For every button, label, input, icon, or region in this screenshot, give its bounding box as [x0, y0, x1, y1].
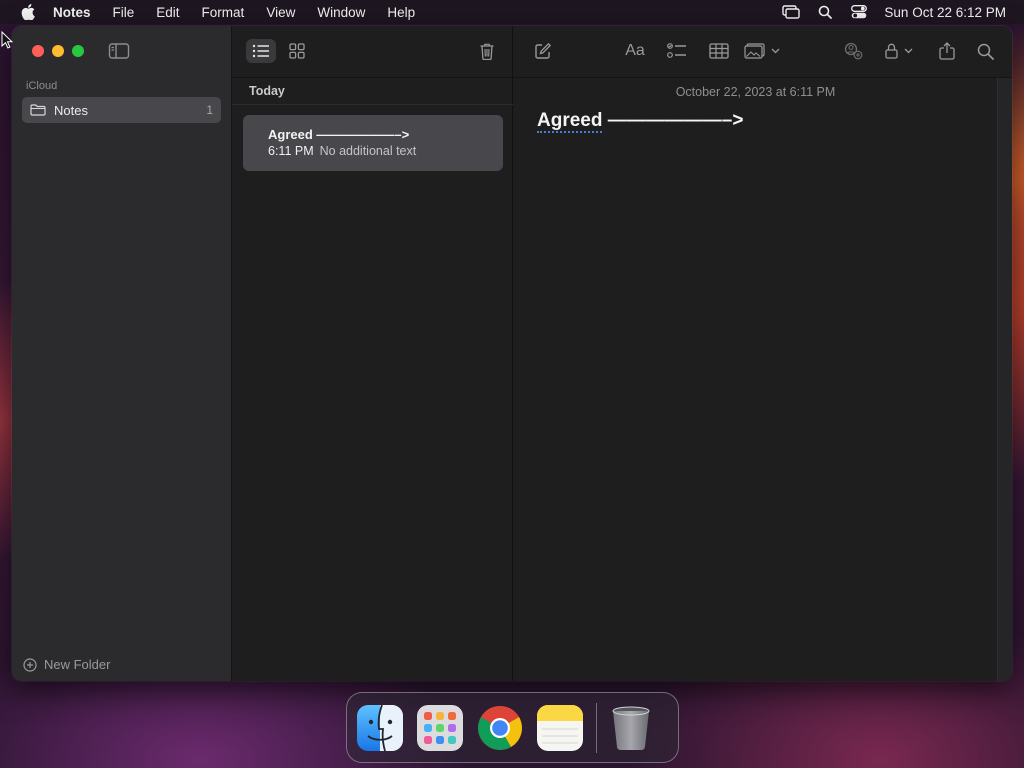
note-title: Agreed ——————–> — [268, 127, 410, 142]
format-button[interactable]: Aa — [621, 39, 649, 63]
share-button[interactable] — [933, 39, 961, 63]
delete-note-button[interactable] — [472, 39, 502, 63]
menu-bar: Notes File Edit Format View Window Help … — [0, 0, 1024, 24]
window-controls — [32, 45, 84, 57]
menu-file[interactable]: File — [102, 0, 146, 24]
lock-icon — [885, 43, 913, 59]
note-date-line: October 22, 2023 at 6:11 PM — [675, 85, 836, 99]
dock-notes-icon[interactable] — [536, 704, 584, 752]
menu-edit[interactable]: Edit — [145, 0, 190, 24]
collaborate-icon — [844, 42, 863, 60]
list-view-button[interactable] — [246, 39, 276, 63]
table-button[interactable] — [705, 39, 733, 63]
control-center-icon[interactable] — [848, 0, 870, 24]
note-group-header: Today — [232, 78, 513, 105]
note-time: 6:11 PM — [268, 144, 314, 158]
note-editor-pane: Aa October 22, 2023 at 6:11 PM Agreed ——… — [513, 26, 1012, 681]
lock-note-button[interactable] — [881, 39, 919, 63]
folder-note-count: 1 — [206, 103, 213, 117]
checklist-button[interactable] — [663, 39, 691, 63]
sidebar-toggle-icon[interactable] — [108, 42, 130, 60]
note-body-rest: ——————–> — [602, 110, 744, 131]
minimize-window-button[interactable] — [52, 45, 64, 57]
note-list-item[interactable]: Agreed ——————–> 6:11 PM No additional tex… — [243, 115, 503, 171]
search-notes-button[interactable] — [971, 39, 999, 63]
media-button[interactable] — [739, 39, 785, 63]
new-folder-label: New Folder — [44, 657, 111, 672]
trash-icon — [480, 43, 494, 60]
table-icon — [709, 43, 729, 59]
list-view-icon — [252, 44, 269, 58]
menu-window[interactable]: Window — [306, 0, 376, 24]
new-note-button[interactable] — [529, 39, 557, 63]
folders-sidebar: iCloud Notes 1 New Folder — [12, 26, 232, 681]
note-list-toolbar — [232, 26, 513, 78]
screen-mirroring-icon[interactable] — [780, 0, 802, 24]
sidebar-folder-notes[interactable]: Notes 1 — [22, 97, 221, 123]
notes-window: iCloud Notes 1 New Folder Today Agreed —… — [12, 26, 1012, 681]
share-icon — [939, 42, 955, 60]
new-folder-button[interactable]: New Folder — [23, 657, 110, 672]
gallery-view-button[interactable] — [282, 39, 312, 63]
close-window-button[interactable] — [32, 45, 44, 57]
mouse-cursor-icon — [1, 31, 13, 49]
editor-toolbar: Aa — [513, 26, 1012, 78]
apple-menu-icon[interactable] — [17, 0, 39, 24]
dock — [346, 692, 679, 763]
note-preview: No additional text — [319, 144, 417, 158]
checklist-icon — [667, 43, 686, 58]
folder-label: Notes — [54, 102, 88, 118]
note-list-pane: Today Agreed ——————–> 6:11 PM No addition… — [232, 26, 513, 681]
menu-app-name[interactable]: Notes — [39, 0, 102, 24]
menu-help[interactable]: Help — [376, 0, 426, 24]
spotlight-search-icon[interactable] — [814, 0, 836, 24]
dock-separator — [596, 702, 597, 753]
photo-media-icon — [744, 43, 780, 59]
collaborate-button[interactable] — [839, 39, 867, 63]
zoom-window-button[interactable] — [72, 45, 84, 57]
menu-format[interactable]: Format — [191, 0, 256, 24]
search-icon — [977, 43, 994, 60]
plus-circle-icon — [23, 657, 37, 672]
menu-bar-clock[interactable]: Sun Oct 22 6:12 PM — [876, 5, 1024, 20]
dock-launchpad-icon[interactable] — [416, 704, 464, 752]
dock-chrome-icon[interactable] — [476, 704, 524, 752]
editor-scrollbar[interactable] — [997, 78, 1012, 681]
note-body-first-word: Agreed — [537, 110, 603, 133]
note-meta: 6:11 PM No additional text — [268, 143, 503, 159]
note-body-text[interactable]: Agreed ——————–> — [537, 110, 744, 133]
folder-icon — [30, 104, 46, 116]
compose-icon — [535, 42, 552, 59]
dock-finder-icon[interactable] — [356, 704, 404, 752]
dock-trash-icon[interactable] — [607, 704, 655, 752]
icloud-section-label: iCloud — [26, 80, 58, 92]
text-format-icon: Aa — [625, 42, 645, 59]
grid-view-icon — [289, 43, 305, 59]
menu-view[interactable]: View — [255, 0, 306, 24]
